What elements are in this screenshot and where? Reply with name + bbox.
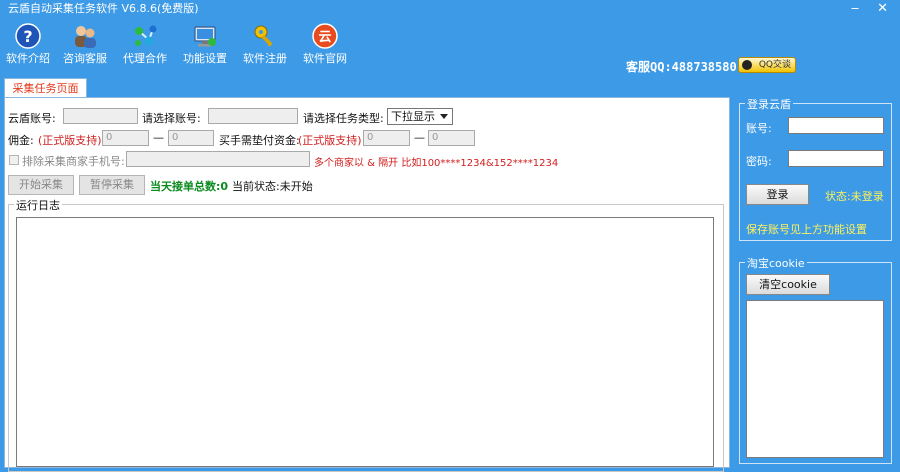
current-status: 当前状态:未开始 — [232, 180, 313, 193]
login-account-input[interactable] — [788, 117, 884, 134]
login-password-input[interactable] — [788, 150, 884, 167]
toolbar-item-label: 功能设置 — [183, 52, 227, 65]
commission-max-input[interactable]: 0 — [168, 130, 214, 146]
toolbar-item-website[interactable]: 云 软件官网 — [297, 22, 353, 66]
exclude-phone-input[interactable] — [126, 151, 310, 167]
toolbar-item-register[interactable]: 软件注册 — [237, 22, 293, 66]
exclude-phone-checkbox[interactable] — [9, 155, 19, 165]
toolbar-item-support[interactable]: 咨询客服 — [57, 22, 113, 66]
advance-min-input[interactable]: 0 — [363, 130, 410, 146]
cloud-logo-icon: 云 — [312, 23, 338, 49]
commission-min-input[interactable]: 0 — [102, 130, 149, 146]
login-group-title: 登录云盾 — [745, 96, 793, 112]
advance-pro-note: (正式版支持) — [298, 134, 362, 147]
minimize-button[interactable]: ‒ — [851, 0, 859, 18]
help-icon: ? — [15, 23, 41, 49]
account-select[interactable] — [208, 108, 298, 124]
chevron-down-icon — [440, 114, 448, 119]
run-log-textarea[interactable] — [16, 217, 714, 467]
start-collect-button[interactable]: 开始采集 — [8, 175, 74, 195]
computer-settings-icon — [194, 26, 216, 47]
close-button[interactable]: ✕ — [877, 0, 888, 18]
toolbar-item-label: 咨询客服 — [63, 52, 107, 65]
exclude-phone-hint: 多个商家以 & 隔开 比如100****1234&152****1234 — [314, 158, 559, 169]
login-status: 状态:未登录 — [825, 190, 884, 203]
today-order-count: 当天接单总数:0 — [150, 180, 229, 193]
commission-dash: — — [153, 131, 164, 144]
toolbar-item-label: 代理合作 — [123, 52, 167, 65]
task-type-value: 下拉显示 — [391, 110, 435, 123]
login-password-label: 密码: — [746, 155, 772, 168]
customer-service-qq: 客服QQ:488738580 — [626, 60, 737, 74]
tab-strip: 采集任务页面 — [0, 76, 735, 100]
login-button[interactable]: 登录 — [746, 184, 809, 205]
toolbar-item-label: 软件注册 — [243, 52, 287, 65]
select-account-label: 请选择账号: — [142, 112, 201, 125]
svg-text:?: ? — [23, 27, 32, 46]
advance-max-input[interactable]: 0 — [428, 130, 475, 146]
task-type-label: 请选择任务类型: — [303, 112, 384, 125]
toolbar: ? 软件介绍 咨询客服 代理合作 功能设置 软件注册 云 软件官网 客服QQ:4… — [0, 20, 900, 74]
toolbar-item-intro[interactable]: ? 软件介绍 — [0, 22, 56, 66]
run-log-title: 运行日志 — [14, 197, 62, 213]
qq-chat-button[interactable]: QQ交谈 — [738, 57, 796, 73]
logo-char: 云 — [318, 30, 331, 45]
login-account-label: 账号: — [746, 122, 772, 135]
toolbar-item-settings[interactable]: 功能设置 — [177, 22, 233, 66]
yundun-account-label: 云盾账号: — [8, 112, 56, 125]
advance-funds-label: 买手需垫付资金: — [219, 134, 300, 147]
save-account-hint[interactable]: 保存账号见上方功能设置 — [746, 221, 867, 237]
pause-collect-button[interactable]: 暂停采集 — [79, 175, 145, 195]
users-icon — [75, 26, 96, 48]
clear-cookie-button[interactable]: 清空cookie — [746, 274, 830, 295]
title-bar: 云盾自动采集任务软件 V6.8.6(免费版) ‒ ✕ — [0, 0, 900, 20]
cookie-textarea[interactable] — [746, 300, 884, 458]
cookie-group-title: 淘宝cookie — [745, 255, 807, 271]
toolbar-item-label: 软件官网 — [303, 52, 347, 65]
commission-pro-note: (正式版支持) — [38, 134, 102, 147]
main-panel: 云盾账号: 请选择账号: 请选择任务类型: 下拉显示 佣金: (正式版支持) 0… — [4, 97, 730, 472]
exclude-phone-label: 排除采集商家手机号: — [22, 155, 125, 168]
toolbar-item-label: 软件介绍 — [6, 52, 50, 65]
toolbar-item-agent[interactable]: 代理合作 — [117, 22, 173, 66]
window-controls: ‒ ✕ — [851, 0, 888, 18]
window-title: 云盾自动采集任务软件 V6.8.6(免费版) — [8, 2, 199, 15]
yundun-account-input[interactable] — [63, 108, 138, 124]
task-type-select[interactable]: 下拉显示 — [387, 108, 453, 125]
key-icon — [254, 25, 273, 46]
advance-dash: — — [414, 131, 425, 144]
commission-label: 佣金: — [8, 134, 34, 147]
network-icon — [135, 25, 157, 46]
